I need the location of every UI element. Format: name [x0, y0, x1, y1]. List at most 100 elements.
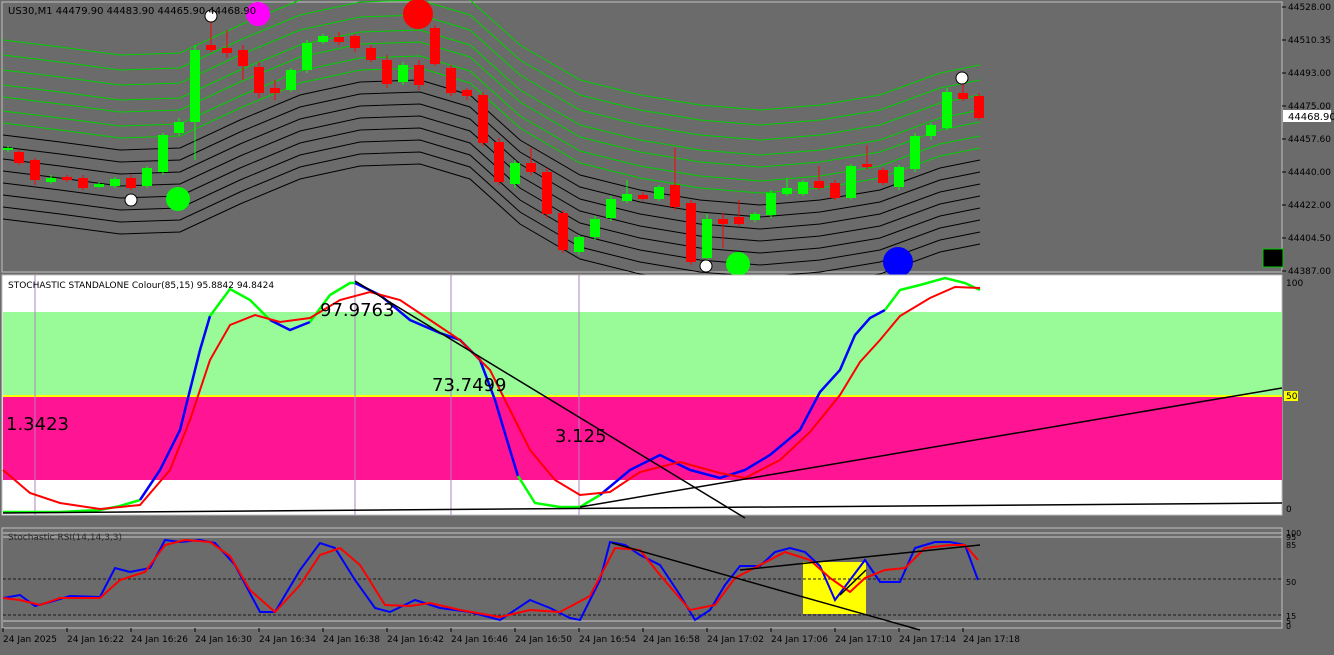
candle-body — [158, 135, 168, 172]
chart-window: US30,M1 44479.90 44483.90 44465.90 44468… — [0, 0, 1334, 651]
stoch-scale-100: 100 — [1286, 279, 1303, 289]
candle-body — [350, 36, 360, 48]
candle-body — [94, 184, 104, 187]
stoch-label-3: 73.7499 — [432, 375, 506, 396]
price-pane[interactable] — [1, 1, 1283, 273]
stoch-label-1: 1.3423 — [6, 414, 69, 435]
candle-body — [366, 48, 376, 60]
price-tick-label: 44528.00 — [1288, 3, 1331, 13]
time-tick-label: 24 Jan 16:38 — [323, 635, 380, 645]
price-tick-label: 44422.00 — [1288, 201, 1331, 211]
candle-body — [926, 125, 936, 136]
candle-body — [494, 142, 504, 182]
rsi-tick-label: 0 — [1286, 622, 1291, 631]
candle-body — [206, 45, 216, 50]
stoch-scale-0: 0 — [1286, 505, 1292, 515]
symbol-header: US30,M1 44479.90 44483.90 44465.90 44468… — [8, 6, 256, 17]
candle-body — [526, 163, 536, 172]
green-dot-icon — [166, 187, 190, 211]
candle-body — [910, 136, 920, 169]
time-tick-label: 24 Jan 17:14 — [899, 635, 956, 645]
time-tick-label: 24 Jan 16:54 — [579, 635, 636, 645]
chart-canvas[interactable]: US30,M1 44479.90 44483.90 44465.90 44468… — [0, 0, 1334, 651]
time-axis: 24 Jan 2025 24 Jan 16:22 24 Jan 16:26 24 Ja… — [2, 628, 1020, 645]
candle-body — [782, 188, 792, 194]
rsi-pane[interactable] — [1, 527, 1283, 629]
candle-body — [14, 152, 24, 163]
candle-body — [814, 181, 824, 188]
candle-body — [942, 92, 952, 128]
candle-body — [542, 172, 552, 214]
candle-body — [958, 93, 968, 99]
candle-body — [30, 160, 40, 180]
candle-body — [62, 177, 72, 180]
blue-dot-icon — [883, 247, 913, 277]
rsi-tick-label: 85 — [1286, 541, 1296, 550]
price-tick-label: 44493.00 — [1288, 69, 1331, 79]
time-tick-label: 24 Jan 17:10 — [835, 635, 892, 645]
candle-body — [382, 60, 392, 84]
candle-body — [686, 203, 696, 262]
candle-body — [606, 199, 616, 218]
white-dot-icon — [699, 259, 713, 273]
price-scale: 44528.0044510.3544493.0044475.0044457.60… — [1282, 3, 1331, 277]
current-price: 44468.90 — [1288, 112, 1334, 123]
trade-box — [1262, 248, 1284, 268]
candle-body — [254, 67, 264, 93]
price-tick-label: 44457.60 — [1288, 135, 1331, 145]
time-tick-label: 24 Jan 16:58 — [643, 635, 700, 645]
time-tick-label: 24 Jan 17:06 — [771, 635, 828, 645]
candle-body — [478, 95, 488, 143]
candle-body — [110, 179, 120, 186]
rsi-scale: 1009585501550 — [1286, 529, 1301, 631]
white-dot-icon — [124, 193, 138, 207]
candle-body — [574, 237, 584, 252]
candle-body — [734, 217, 744, 224]
time-tick-label: 24 Jan 16:46 — [451, 635, 508, 645]
red-dot-icon — [403, 0, 433, 29]
candle-body — [318, 36, 328, 42]
price-tick-label: 44440.00 — [1288, 168, 1331, 178]
candle-body — [718, 219, 728, 224]
stoch-title: STOCHASTIC STANDALONE Colour(85,15) 95.8… — [8, 281, 274, 291]
candle-body — [846, 166, 856, 198]
candle-body — [702, 219, 712, 258]
time-tick-label: 24 Jan 16:50 — [515, 635, 572, 645]
candle-body — [670, 185, 680, 207]
candle-body — [590, 219, 600, 237]
candle-body — [430, 28, 440, 64]
candle-body — [446, 68, 456, 93]
candle-body — [270, 88, 280, 93]
candle-body — [558, 213, 568, 250]
candle-body — [302, 43, 312, 70]
candle-body — [286, 70, 296, 90]
rsi-title: Stochastic RSI(14,14,3,3) — [8, 533, 122, 543]
candle-body — [3, 148, 13, 150]
candle-body — [174, 122, 184, 133]
candle-body — [238, 50, 248, 66]
candle-body — [894, 167, 904, 187]
time-tick-label: 24 Jan 16:30 — [195, 635, 252, 645]
candle-body — [798, 182, 808, 194]
stoch-green-zone — [3, 312, 1282, 396]
price-tick-label: 44404.50 — [1288, 234, 1331, 244]
candle-body — [622, 194, 632, 201]
candle-body — [462, 90, 472, 96]
candle-body — [878, 170, 888, 183]
white-dot-icon — [955, 71, 969, 85]
candle-body — [638, 195, 648, 199]
candle-body — [510, 163, 520, 184]
price-tick-label: 44387.00 — [1288, 267, 1331, 277]
candle-body — [750, 214, 760, 220]
time-tick-label: 24 Jan 17:18 — [963, 635, 1020, 645]
price-tick-label: 44510.35 — [1288, 36, 1331, 46]
time-tick-label: 24 Jan 16:26 — [131, 635, 188, 645]
candle-body — [398, 65, 408, 82]
candle-body — [654, 187, 664, 199]
green-dot-icon — [726, 252, 750, 276]
stoch-label-2: 97.9763 — [320, 300, 394, 321]
rsi-tick-label: 50 — [1286, 578, 1296, 587]
candle-body — [190, 50, 200, 122]
time-tick-label: 24 Jan 2025 — [3, 635, 57, 645]
candle-body — [974, 96, 984, 118]
